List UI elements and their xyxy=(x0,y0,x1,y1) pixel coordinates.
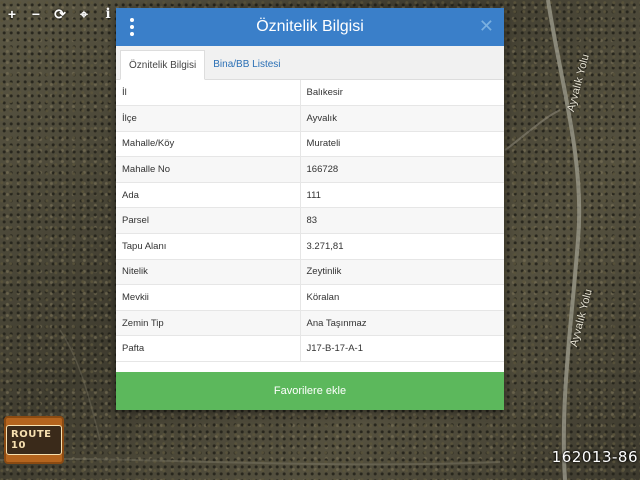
row-key: Zemin Tip xyxy=(116,310,301,337)
close-icon[interactable]: ✕ xyxy=(479,16,494,36)
row-key: Mahalle No xyxy=(116,156,301,183)
row-value: Murateli xyxy=(300,131,504,158)
row-key: Pafta xyxy=(116,335,301,363)
table-row: Mahalle/Köy Murateli xyxy=(116,131,504,158)
table-row: Parsel 83 xyxy=(116,207,504,235)
row-key: Nitelik xyxy=(116,259,301,286)
table-row: Pafta J17-B-17-A-1 xyxy=(116,335,504,363)
tab-attribute-info[interactable]: Öznitelik Bilgisi xyxy=(120,50,206,80)
listing-code: 162013-86 xyxy=(551,448,638,466)
refresh-icon[interactable]: ⟳ xyxy=(48,0,72,28)
row-value: 111 xyxy=(300,182,504,209)
table-row: Tapu Alanı 3.271,81 xyxy=(116,233,504,260)
table-row: Ada 111 xyxy=(116,182,504,209)
row-value: Ayvalık xyxy=(300,105,504,132)
minus-icon[interactable]: − xyxy=(24,0,48,28)
row-value: Köralan xyxy=(300,284,504,311)
table-row: Mevkii Köralan xyxy=(116,284,504,311)
crosshair-icon[interactable]: ⌖ xyxy=(72,0,96,28)
row-value: Zeytinlik xyxy=(300,259,504,286)
row-value: 3.271,81 xyxy=(300,233,504,260)
row-value: Balıkesir xyxy=(300,80,504,107)
row-key: Mahalle/Köy xyxy=(116,131,301,158)
table-row: Zemin Tip Ana Taşınmaz xyxy=(116,310,504,337)
modal-title: Öznitelik Bilgisi xyxy=(256,18,364,35)
kebab-icon[interactable] xyxy=(128,18,136,36)
logo-text: ROUTE 10 xyxy=(6,425,62,455)
map-toolbar: + − ⟳ ⌖ i xyxy=(0,0,120,28)
modal-header: Öznitelik Bilgisi ✕ xyxy=(116,8,504,46)
attribute-modal: Öznitelik Bilgisi ✕ Öznitelik Bilgisi Bi… xyxy=(116,8,504,410)
table-row: Nitelik Zeytinlik xyxy=(116,259,504,286)
row-key: Parsel xyxy=(116,207,301,235)
row-value: J17-B-17-A-1 xyxy=(300,335,504,363)
row-value: Ana Taşınmaz xyxy=(300,310,504,337)
logo: ROUTE 10 xyxy=(4,416,64,464)
row-key: İl xyxy=(116,80,301,107)
row-key: Tapu Alanı xyxy=(116,233,301,260)
table-row: İlçe Ayvalık xyxy=(116,105,504,132)
plus-icon[interactable]: + xyxy=(0,0,24,28)
row-value: 83 xyxy=(300,207,504,235)
add-to-favorites-button[interactable]: Favorilere ekle xyxy=(116,372,504,410)
row-key: İlçe xyxy=(116,105,301,132)
row-key: Mevkii xyxy=(116,284,301,311)
tab-building-list[interactable]: Bina/BB Listesi xyxy=(205,50,288,79)
tab-bar: Öznitelik Bilgisi Bina/BB Listesi xyxy=(116,46,504,80)
row-value: 166728 xyxy=(300,156,504,183)
row-key: Ada xyxy=(116,182,301,209)
table-row: İl Balıkesir xyxy=(116,80,504,107)
table-row: Mahalle No 166728 xyxy=(116,156,504,183)
attribute-table: İl Balıkesir İlçe Ayvalık Mahalle/Köy Murat… xyxy=(116,80,504,363)
